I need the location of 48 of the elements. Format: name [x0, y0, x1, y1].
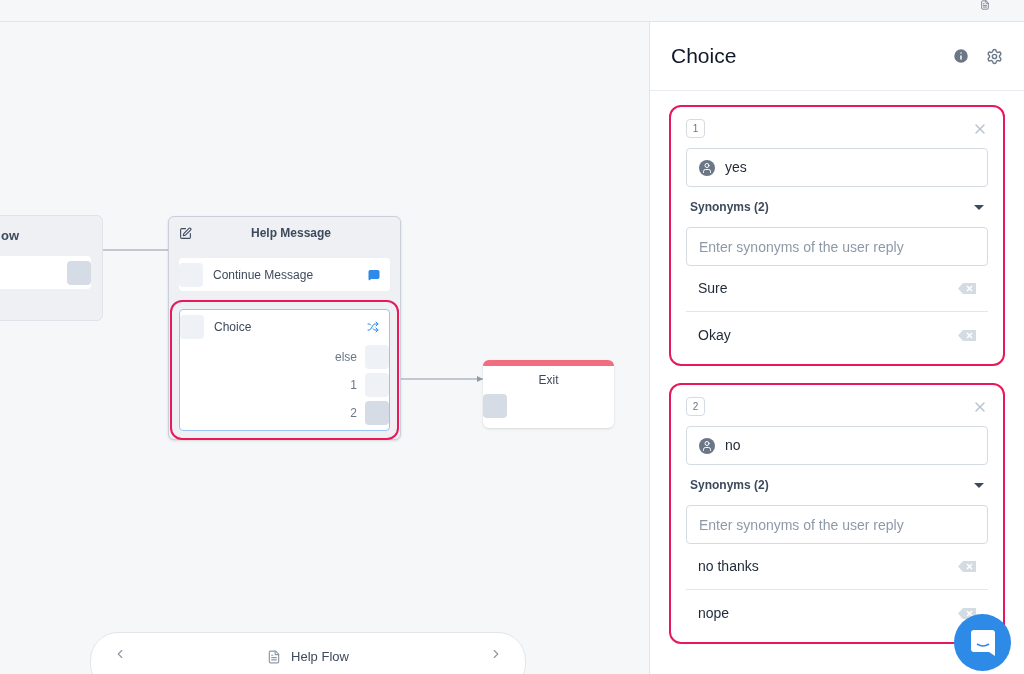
- row-label: Continue Message: [213, 266, 315, 284]
- synonym-input[interactable]: Enter synonyms of the user reply: [686, 227, 988, 266]
- choice-number: 1: [686, 119, 705, 138]
- synonym-input[interactable]: Enter synonyms of the user reply: [686, 505, 988, 544]
- node-title: ow: [1, 227, 20, 246]
- output-label: 1: [350, 377, 357, 394]
- chat-button[interactable]: [954, 614, 1011, 671]
- connector-port[interactable]: [365, 345, 389, 369]
- flow-node[interactable]: ow: [0, 215, 103, 321]
- connector-port[interactable]: [365, 373, 389, 397]
- exit-node[interactable]: Exit: [483, 360, 614, 428]
- connector-port[interactable]: [483, 394, 507, 418]
- flow-node[interactable]: Help Message Continue Message Choice else 1 2: [168, 216, 401, 440]
- edit-icon[interactable]: [179, 226, 192, 240]
- settings-icon[interactable]: [986, 47, 1003, 65]
- reply-text: yes: [725, 158, 747, 177]
- chat-icon: [368, 268, 380, 281]
- document-icon: [267, 649, 282, 664]
- shuffle-icon: [367, 320, 379, 333]
- node-title: Exit: [538, 372, 559, 389]
- output-label: else: [335, 349, 357, 366]
- synonym-text: no thanks: [698, 557, 759, 576]
- document-icon[interactable]: [978, 0, 992, 10]
- info-icon[interactable]: [952, 47, 970, 65]
- reply-field[interactable]: no: [686, 426, 988, 465]
- choice-number: 2: [686, 397, 705, 416]
- reply-text: no: [725, 436, 741, 455]
- delete-icon[interactable]: [958, 607, 976, 619]
- row-label: Choice: [214, 318, 253, 336]
- user-icon: [699, 437, 715, 454]
- synonym-text: nope: [698, 603, 730, 623]
- chat-icon: [970, 629, 995, 656]
- output-label: 2: [350, 405, 357, 422]
- flow-title: Help Flow: [291, 648, 349, 666]
- node-row[interactable]: [0, 256, 91, 289]
- node-row[interactable]: Choice else 1 2: [179, 309, 390, 431]
- connector-port[interactable]: [180, 314, 204, 339]
- synonym-text: Sure: [698, 279, 728, 298]
- node-row[interactable]: Continue Message: [179, 258, 390, 291]
- node-title: Help Message: [249, 225, 332, 242]
- reply-field[interactable]: yes: [686, 148, 988, 187]
- user-icon: [699, 159, 715, 176]
- connector-port[interactable]: [67, 260, 91, 285]
- synonyms-toggle[interactable]: Synonyms (2): [686, 187, 988, 227]
- synonyms-toggle[interactable]: Synonyms (2): [686, 465, 988, 505]
- connector-port[interactable]: [365, 401, 389, 425]
- synonym-text: Okay: [698, 325, 731, 345]
- panel-title: Choice: [671, 43, 738, 70]
